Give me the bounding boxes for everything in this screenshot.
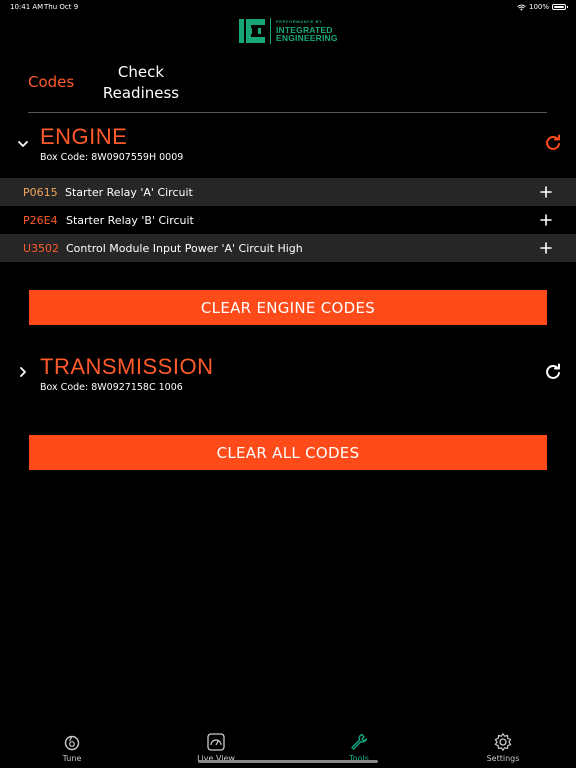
screen: 10:41 AM Thu Oct 9 100% PERFORMANCE BY I… [0,0,576,768]
wrench-icon [351,733,368,750]
module-transmission-box-code: Box Code: 8W0927158C 1006 [40,382,183,393]
nav-live-view[interactable]: Live View [181,732,251,763]
logo-text: PERFORMANCE BY INTEGRATED ENGINEERING [276,18,338,43]
nav-tools[interactable]: Tools [324,732,394,763]
code-row[interactable]: U3502 Control Module Input Power 'A' Cir… [0,234,576,262]
tab-check-readiness[interactable]: Check Readiness [96,62,186,104]
home-indicator[interactable] [198,760,378,763]
status-time: 10:41 AM [10,3,44,11]
code-id: P26E4 [23,213,58,227]
wifi-icon [517,4,526,11]
logo-divider [270,18,271,44]
module-engine-box-code: Box Code: 8W0907559H 0009 [40,152,184,163]
logo-tagline: PERFORMANCE BY [276,18,323,24]
brand-logo: PERFORMANCE BY INTEGRATED ENGINEERING [238,16,338,46]
status-date: Thu Oct 9 [44,3,79,11]
plus-icon[interactable] [540,186,552,198]
status-right: 100% [517,3,568,11]
status-bar: 10:41 AM Thu Oct 9 100% [0,0,576,14]
code-id: U3502 [23,241,60,255]
tabs-divider [28,112,547,113]
refresh-icon[interactable] [544,363,562,381]
module-transmission-title[interactable]: TRANSMISSION [40,354,213,380]
logo-line2: ENGINEERING [276,33,338,43]
chevron-right-icon[interactable] [16,365,30,379]
nav-settings[interactable]: Settings [468,732,538,763]
nav-tune[interactable]: Tune [37,732,107,763]
code-description: Starter Relay 'B' Circuit [66,213,194,227]
code-row[interactable]: P26E4 Starter Relay 'B' Circuit [0,206,576,234]
tab-readiness-line1: Check [117,63,165,81]
gear-icon [494,733,512,751]
code-row[interactable]: P0615 Starter Relay 'A' Circuit [0,178,576,206]
module-engine: ENGINE Box Code: 8W0907559H 0009 [0,120,576,176]
clear-engine-codes-button[interactable]: CLEAR ENGINE CODES [29,290,547,325]
refresh-icon[interactable] [544,134,562,152]
battery-percent: 100% [528,3,549,11]
ie-logo-mark [239,19,265,43]
clear-all-codes-button[interactable]: CLEAR ALL CODES [29,435,547,470]
code-id: P0615 [23,185,58,199]
plus-icon[interactable] [540,242,552,254]
battery-icon [552,4,568,10]
nav-label: Settings [486,754,520,763]
battery-fill [554,6,564,8]
module-engine-title[interactable]: ENGINE [40,124,127,150]
code-description: Starter Relay 'A' Circuit [65,185,193,199]
chevron-down-icon[interactable] [16,137,30,151]
module-transmission: TRANSMISSION Box Code: 8W0927158C 1006 [0,350,576,400]
nav-label: Tune [62,754,82,763]
tab-readiness-line2: Readiness [102,84,180,102]
tab-codes[interactable]: Codes [28,73,74,91]
tune-icon [64,735,80,751]
plus-icon[interactable] [540,214,552,226]
gauge-icon [207,733,225,751]
code-description: Control Module Input Power 'A' Circuit H… [66,241,303,255]
